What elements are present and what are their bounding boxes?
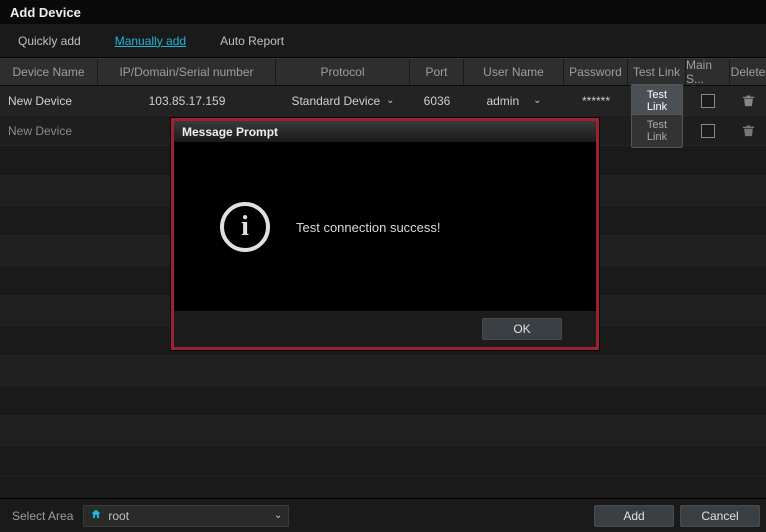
test-link-button[interactable]: Test Link	[631, 84, 683, 118]
home-icon	[90, 508, 102, 523]
tab-bar: Quickly add Manually add Auto Report	[0, 24, 766, 58]
cell-password[interactable]: ******	[564, 94, 628, 108]
ok-button[interactable]: OK	[482, 318, 562, 340]
empty-row	[0, 386, 766, 416]
cell-delete	[730, 123, 766, 138]
cell-mainstream	[686, 94, 730, 108]
empty-row	[0, 356, 766, 386]
cell-port[interactable]: 6036	[410, 94, 464, 108]
dialog-footer: OK	[174, 311, 596, 347]
empty-row	[0, 416, 766, 446]
message-prompt-dialog: Message Prompt i Test connection success…	[171, 118, 599, 350]
col-protocol: Protocol	[276, 59, 410, 85]
add-button[interactable]: Add	[594, 505, 674, 527]
cell-testlink: Test Link	[628, 114, 686, 148]
area-select[interactable]: root ⌄	[83, 505, 289, 527]
tab-quickly-add[interactable]: Quickly add	[18, 34, 81, 48]
chevron-down-icon: ⌄	[274, 510, 282, 521]
mainstream-checkbox[interactable]	[701, 124, 715, 138]
col-device-name: Device Name	[0, 59, 98, 85]
chevron-down-icon: ⌄	[386, 95, 394, 106]
select-area-label: Select Area	[12, 509, 73, 523]
info-icon: i	[220, 202, 270, 252]
tab-manually-add[interactable]: Manually add	[115, 34, 186, 48]
col-port: Port	[410, 59, 464, 85]
cell-protocol[interactable]: Standard Device ⌄	[276, 94, 410, 108]
cell-device-name[interactable]: New Device	[0, 124, 98, 138]
cell-device-name[interactable]: New Device	[0, 94, 98, 108]
table-header: Device Name IP/Domain/Serial number Prot…	[0, 58, 766, 86]
empty-row	[0, 446, 766, 476]
dialog-title-text: Message Prompt	[182, 125, 278, 139]
test-link-button[interactable]: Test Link	[631, 114, 683, 148]
col-mainstream: Main S...	[686, 59, 730, 85]
cell-ip[interactable]: 103.85.17.159	[98, 94, 276, 108]
window-title: Add Device	[0, 0, 766, 24]
chevron-down-icon: ⌄	[533, 95, 541, 106]
mainstream-checkbox[interactable]	[701, 94, 715, 108]
dialog-body: i Test connection success!	[174, 143, 596, 311]
col-user: User Name	[464, 59, 564, 85]
cell-mainstream	[686, 124, 730, 138]
table-row[interactable]: New Device 103.85.17.159 Standard Device…	[0, 86, 766, 116]
trash-icon[interactable]	[741, 123, 756, 138]
cell-user[interactable]: admin ⌄	[464, 94, 564, 108]
col-delete: Delete	[730, 59, 766, 85]
user-value: admin	[486, 94, 519, 108]
area-value: root	[108, 509, 129, 523]
trash-icon[interactable]	[741, 93, 756, 108]
tab-auto-report[interactable]: Auto Report	[220, 34, 284, 48]
cancel-button[interactable]: Cancel	[680, 505, 760, 527]
col-password: Password	[564, 59, 628, 85]
dialog-title: Message Prompt	[174, 121, 596, 143]
col-ip: IP/Domain/Serial number	[98, 59, 276, 85]
protocol-value: Standard Device	[291, 94, 380, 108]
dialog-message: Test connection success!	[296, 220, 441, 235]
cell-delete	[730, 93, 766, 108]
cell-testlink: Test Link	[628, 84, 686, 118]
footer: Select Area root ⌄ Add Cancel	[0, 498, 766, 532]
window-title-text: Add Device	[10, 5, 81, 20]
col-testlink: Test Link	[628, 59, 686, 85]
